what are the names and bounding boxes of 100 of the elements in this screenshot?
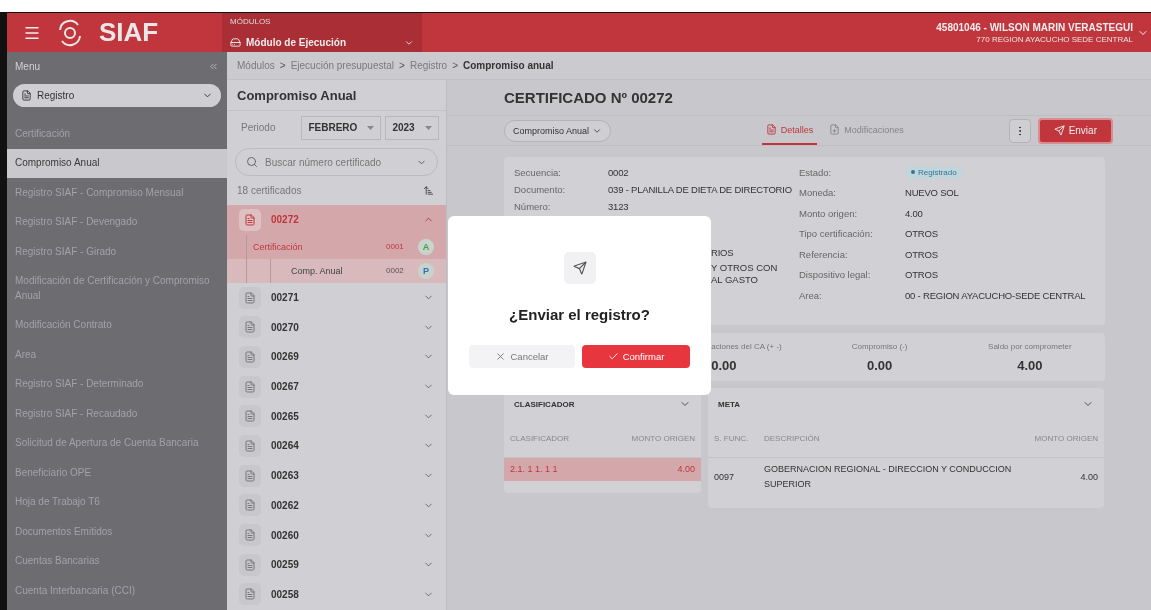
table-cell-text: 0097 bbox=[714, 470, 736, 484]
module-label: MÓDULOS bbox=[230, 17, 272, 26]
status-badge: A bbox=[418, 238, 434, 255]
breadcrumb-link[interactable]: Módulos bbox=[237, 60, 275, 71]
breadcrumb-separator: > bbox=[279, 60, 286, 71]
certificate-row[interactable]: 00262 bbox=[227, 490, 446, 521]
status-badge: Registrado bbox=[905, 165, 963, 179]
send-icon bbox=[563, 252, 596, 284]
detail-label: Estado: bbox=[799, 166, 833, 178]
user-organization: 770 REGION AYACUCHO SEDE CENTRAL bbox=[976, 34, 1133, 44]
table-cell-text: GOBERNACION REGIONAL - DIRECCION Y CONDUCCION SUPERIOR bbox=[764, 463, 1013, 491]
certificate-number: 00260 bbox=[271, 529, 300, 541]
sidebar-title: Menu bbox=[15, 60, 40, 72]
document-icon bbox=[239, 524, 261, 547]
certificate-row[interactable]: 00271 bbox=[227, 282, 446, 313]
certificate-number: 00272 bbox=[271, 214, 300, 226]
cancel-button[interactable]: Cancelar bbox=[469, 345, 575, 368]
check-icon bbox=[607, 351, 619, 362]
confirm-button[interactable]: Confirmar bbox=[582, 345, 690, 368]
column-header: CLASIFICADOR bbox=[510, 434, 571, 443]
certificate-number: 00263 bbox=[271, 470, 300, 482]
close-icon bbox=[495, 351, 507, 362]
detail-value: OTROS bbox=[905, 228, 938, 239]
certificate-row[interactable]: 00259 bbox=[227, 549, 446, 580]
detail-value: RIOS bbox=[711, 246, 734, 258]
certificate-row[interactable]: 00267 bbox=[227, 371, 446, 402]
tree-item[interactable]: Comp. Anual 0002 P bbox=[227, 258, 446, 283]
breadcrumb-link[interactable]: Ejecución presupuestal bbox=[290, 60, 395, 71]
document-icon bbox=[239, 464, 261, 487]
search-field[interactable]: Buscar número certificado bbox=[263, 155, 411, 169]
certificate-number: 00262 bbox=[271, 499, 300, 511]
certificate-title: CERTIFICADO Nº 00272 bbox=[447, 80, 1151, 116]
detail-value: 039 - PLANILLA DE DIETA DE DIRECTORIO bbox=[608, 183, 792, 195]
document-icon bbox=[765, 124, 777, 135]
send-icon bbox=[1053, 125, 1065, 136]
certificate-row[interactable]: 00260 bbox=[227, 520, 446, 550]
month-dropdown[interactable]: FEBRERO bbox=[301, 115, 382, 140]
certificate-number: 00264 bbox=[271, 440, 300, 452]
certificate-row[interactable]: 00264 bbox=[227, 431, 446, 461]
sidebar-item[interactable]: Compromiso Anual bbox=[7, 148, 227, 178]
certificate-row[interactable]: 00265 bbox=[227, 401, 446, 432]
detail-label: Tipo certificación: bbox=[799, 228, 874, 239]
document-icon bbox=[239, 375, 261, 398]
document-icon bbox=[239, 208, 261, 231]
breadcrumb-separator: > bbox=[399, 60, 405, 71]
user-name: 45801046 - WILSON MARIN VERASTEGUI bbox=[936, 21, 1133, 33]
document-icon bbox=[239, 494, 261, 517]
sort-icon[interactable] bbox=[423, 185, 434, 196]
caret-icon bbox=[424, 125, 432, 130]
logo-text: SIAF bbox=[99, 17, 159, 48]
summary-value: 4.00 bbox=[1017, 357, 1043, 373]
detail-value: OTROS bbox=[905, 248, 938, 260]
column-header: MONTO ORIGEN bbox=[630, 434, 695, 443]
detail-label: Monto origen: bbox=[799, 207, 859, 219]
tree-item[interactable]: Certificación 0001 A bbox=[227, 234, 446, 259]
certificate-row[interactable]: 00263 bbox=[227, 460, 446, 491]
summary-label: aciones del CA (+ -) bbox=[711, 341, 782, 351]
panel-title: Compromiso Anual bbox=[236, 86, 358, 105]
detail-label: Dispositivo legal: bbox=[799, 269, 872, 280]
breadcrumb-separator: > bbox=[452, 60, 458, 71]
certificate-number: 00269 bbox=[271, 351, 300, 363]
send-button[interactable]: Enviar bbox=[1037, 117, 1113, 144]
detail-value: 3123 bbox=[608, 200, 629, 212]
column-header: DESCRIPCIÓN bbox=[764, 434, 821, 443]
period-label: Periodo bbox=[241, 122, 276, 133]
document-icon bbox=[239, 434, 261, 457]
search-icon bbox=[246, 156, 258, 168]
detail-label: Número: bbox=[514, 200, 552, 212]
certificate-number: 00267 bbox=[271, 381, 300, 393]
module-selector[interactable]: MÓDULOS Módulo de Ejecución bbox=[222, 13, 422, 52]
year-dropdown[interactable]: 2023 bbox=[385, 115, 439, 140]
certificate-row[interactable]: 00272 bbox=[227, 205, 446, 235]
detail-value: OTROS bbox=[905, 269, 938, 280]
detail-value: 00 - REGION AYACUCHO-SEDE CENTRAL bbox=[905, 289, 1086, 301]
certificate-row[interactable]: 00270 bbox=[227, 312, 446, 343]
document-icon bbox=[239, 583, 261, 606]
summary-label: Compromiso (-) bbox=[851, 341, 908, 351]
certificate-row[interactable]: 00258 bbox=[227, 579, 446, 610]
table-row[interactable]: 0097 GOBERNACION REGIONAL - DIRECCION Y CONDUCCION SUPERIOR 4.00 bbox=[708, 457, 1104, 496]
table-row[interactable]: 2.1. 1 1. 1 1 4.00 bbox=[504, 457, 701, 481]
document-icon bbox=[239, 405, 261, 428]
summary-value: 0.00 bbox=[711, 357, 737, 373]
breadcrumb-link[interactable]: Registro bbox=[409, 60, 448, 71]
status-badge: P bbox=[418, 262, 434, 279]
certificate-number: 00259 bbox=[271, 559, 300, 571]
detail-label: Area: bbox=[799, 289, 823, 301]
card-title: CLASIFICADOR bbox=[514, 399, 575, 409]
more-button[interactable] bbox=[1008, 118, 1031, 143]
group-dropdown[interactable]: Registro bbox=[13, 84, 221, 107]
drive-icon bbox=[230, 37, 241, 48]
tab[interactable]: Detalles bbox=[761, 116, 818, 145]
tab[interactable]: Modificaciones bbox=[825, 116, 908, 145]
module-name: Módulo de Ejecución bbox=[246, 37, 346, 48]
type-dropdown[interactable]: Compromiso Anual bbox=[504, 119, 612, 142]
breadcrumb-link[interactable]: Compromiso anual bbox=[463, 60, 554, 71]
certificate-number: 00270 bbox=[271, 321, 300, 333]
document-icon bbox=[239, 286, 261, 309]
certificate-row[interactable]: 00269 bbox=[227, 342, 446, 372]
table-cell-text: 2.1. 1 1. 1 1 bbox=[510, 463, 559, 476]
detail-label: Moneda: bbox=[799, 187, 837, 198]
